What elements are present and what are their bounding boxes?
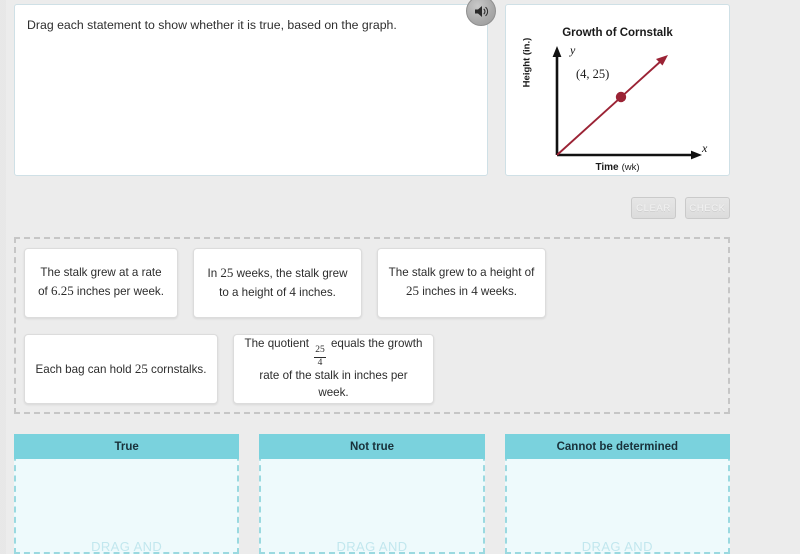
- statement-text: The stalk grew to a height of 25 inches …: [388, 265, 535, 301]
- statement-text-part: weeks.: [477, 284, 517, 298]
- prompt-text: Drag each statement to show whether it i…: [27, 18, 397, 32]
- dropzone-title: Cannot be determined: [504, 434, 730, 459]
- statement-number: 25: [405, 282, 419, 298]
- dropzone-hint: DRAG AND: [581, 539, 653, 554]
- statement-text-part: The quotient: [244, 337, 313, 351]
- fraction-denominator: 4: [317, 357, 323, 368]
- statement-text-part: cornstalks.: [147, 362, 207, 376]
- check-button[interactable]: CHECK: [685, 197, 730, 219]
- statement-row-2: Each bag can hold 25 cornstalks. The quo…: [24, 334, 434, 404]
- statement-text-part: In: [207, 267, 221, 281]
- statement-source-area: The stalk grew at a rate of 6.25 inches …: [14, 237, 730, 414]
- dropzone-cannot-be-determined[interactable]: Cannot be determined DRAG AND: [504, 434, 730, 554]
- fraction: 25 4: [314, 346, 326, 368]
- statement-text: The quotient 25 4 equals the growth rate …: [244, 336, 423, 402]
- graph-title: Growth of Cornstalk: [562, 27, 673, 39]
- statement-text: The stalk grew at a rate of 6.25 inches …: [35, 265, 167, 301]
- statement-text-part: inches per week.: [73, 284, 164, 298]
- x-axis-label: Time (wk): [506, 162, 729, 173]
- speaker-icon[interactable]: [466, 0, 496, 26]
- statement-card[interactable]: The quotient 25 4 equals the growth rate …: [233, 334, 434, 404]
- statement-number: 6.25: [50, 282, 74, 298]
- statement-text-part: inches in: [418, 284, 472, 298]
- statement-row-1: The stalk grew at a rate of 6.25 inches …: [24, 248, 546, 318]
- statement-text-part: inches.: [295, 286, 336, 299]
- statement-text: Each bag can hold 25 cornstalks.: [36, 360, 207, 379]
- clear-button[interactable]: CLEAR: [631, 197, 676, 219]
- statement-card[interactable]: Each bag can hold 25 cornstalks.: [24, 334, 218, 404]
- prompt-panel: Drag each statement to show whether it i…: [14, 4, 488, 176]
- graph-panel: Growth of Cornstalk Height (in.) (4, 25)…: [505, 4, 730, 176]
- dropzone-hint: DRAG AND: [91, 539, 163, 554]
- dropzone-body[interactable]: DRAG AND: [261, 459, 482, 554]
- dropzone-title: Not true: [259, 434, 485, 459]
- fraction-numerator: 25: [315, 345, 325, 356]
- statement-text: In 25 weeks, the stalk grew to a height …: [204, 264, 351, 302]
- statement-card[interactable]: The stalk grew at a rate of 6.25 inches …: [24, 248, 178, 318]
- x-axis-letter: x: [702, 141, 708, 155]
- y-axis-letter: y: [570, 43, 576, 57]
- dropzone-body[interactable]: DRAG AND: [16, 459, 237, 554]
- statement-text-part: The stalk grew to a height of: [388, 266, 535, 280]
- dropzone-hint: DRAG AND: [336, 539, 408, 554]
- dropzone-body[interactable]: DRAG AND: [507, 459, 728, 554]
- action-buttons: CLEAR CHECK: [631, 197, 730, 219]
- point-label: (4, 25): [576, 67, 610, 81]
- statement-number: 25: [134, 360, 148, 376]
- dropzone-row: True DRAG AND Not true DRAG AND Cannot b…: [14, 434, 730, 554]
- x-axis-label-bold: Time: [595, 162, 619, 173]
- dropzone-true[interactable]: True DRAG AND: [14, 434, 240, 554]
- growth-of-cornstalk-chart: [552, 46, 702, 160]
- x-axis-label-unit: (wk): [621, 162, 640, 173]
- activity-stage: Drag each statement to show whether it i…: [0, 0, 800, 554]
- statement-text-part: Each bag can hold: [35, 362, 135, 376]
- statement-number: 25: [220, 265, 234, 281]
- dropzone-title: True: [14, 434, 240, 459]
- dropzone-not-true[interactable]: Not true DRAG AND: [259, 434, 485, 554]
- statement-card[interactable]: The stalk grew to a height of 25 inches …: [377, 248, 546, 318]
- statement-card[interactable]: In 25 weeks, the stalk grew to a height …: [193, 248, 362, 318]
